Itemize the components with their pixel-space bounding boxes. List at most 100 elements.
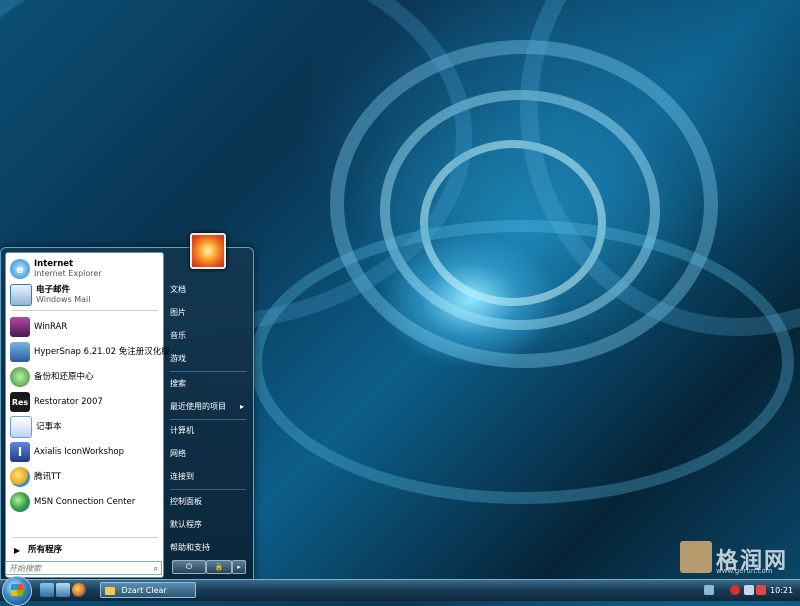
right-link-label: 搜索 <box>170 379 186 388</box>
quicklaunch-show-desktop-icon[interactable] <box>40 583 54 597</box>
taskbar-window-label: Dzart Clear <box>121 586 167 595</box>
right-link-games[interactable]: 游戏 <box>170 350 250 368</box>
quicklaunch-firefox-icon[interactable] <box>72 583 86 597</box>
watermark-url: www.gerun.com <box>716 567 773 575</box>
right-link-label: 连接到 <box>170 472 194 481</box>
right-link-label: 游戏 <box>170 354 186 363</box>
user-picture[interactable] <box>190 233 226 269</box>
all-programs-label: 所有程序 <box>28 545 63 555</box>
tray-error-icon[interactable] <box>730 585 740 595</box>
wallpaper-swirl <box>250 220 794 504</box>
recent-program-item[interactable]: 腾讯TT <box>8 465 160 489</box>
restorator-icon: Res <box>10 392 30 412</box>
recent-program-item[interactable]: WinRAR <box>8 315 160 339</box>
tray-volume-icon[interactable] <box>744 585 754 595</box>
right-link-network[interactable]: 网络 <box>170 445 250 463</box>
hypersnap-icon <box>10 342 30 362</box>
recent-program-item[interactable]: HyperSnap 6.21.02 免注册汉化版 <box>8 340 170 364</box>
search-input[interactable]: 开始搜索 ⌕ <box>5 561 162 575</box>
program-label: WinRAR <box>34 322 68 332</box>
right-link-label: 图片 <box>170 308 186 317</box>
search-icon: ⌕ <box>153 564 158 573</box>
menu-separator <box>170 419 246 420</box>
hand-pointer-icon <box>680 541 712 573</box>
recent-program-item[interactable]: MSN Connection Center <box>8 490 160 514</box>
right-link-label: 文档 <box>170 285 186 294</box>
menu-separator <box>170 371 246 372</box>
right-link-music[interactable]: 音乐 <box>170 327 250 345</box>
right-link-label: 网络 <box>170 449 186 458</box>
right-link-documents[interactable]: 文档 <box>170 281 250 299</box>
pinned-subtitle: Windows Mail <box>36 295 91 304</box>
wallpaper-swirl <box>330 40 718 368</box>
pinned-subtitle: Internet Explorer <box>34 269 102 278</box>
right-link-default-programs[interactable]: 默认程序 <box>170 516 250 534</box>
right-link-label: 最近使用的项目 <box>170 402 226 411</box>
right-link-label: 音乐 <box>170 331 186 340</box>
wallpaper-swirl <box>520 0 800 336</box>
menu-separator <box>170 489 246 490</box>
notepad-icon <box>10 416 32 438</box>
taskbar-window-button[interactable]: Dzart Clear <box>100 582 196 598</box>
right-link-label: 计算机 <box>170 426 194 435</box>
start-menu-left-panel: e Internet Internet Explorer 电子邮件 Window… <box>5 252 170 578</box>
windows-logo-icon <box>11 584 23 596</box>
pinned-mail[interactable]: 电子邮件 Windows Mail <box>8 283 160 307</box>
msn-icon <box>10 492 30 512</box>
right-link-label: 控制面板 <box>170 497 202 506</box>
right-link-search[interactable]: 搜索 <box>170 375 250 393</box>
right-link-pictures[interactable]: 图片 <box>170 304 250 322</box>
tray-alert-icon[interactable] <box>756 585 766 595</box>
right-link-control-panel[interactable]: 控制面板 <box>170 493 250 511</box>
arrow-right-icon: ▸ <box>237 563 241 571</box>
right-link-label: 帮助和支持 <box>170 543 210 552</box>
taskbar-clock[interactable]: 10:21 <box>770 580 793 601</box>
power-button[interactable]: ⏻ <box>172 560 206 574</box>
ie-icon: e <box>10 259 30 279</box>
taskbar: Dzart Clear 10:21 <box>0 576 800 606</box>
program-label: MSN Connection Center <box>34 497 136 507</box>
submenu-arrow-icon: ▸ <box>240 402 245 411</box>
right-link-computer[interactable]: 计算机 <box>170 422 250 440</box>
system-tray <box>700 580 770 601</box>
pinned-internet[interactable]: e Internet Internet Explorer <box>8 257 160 281</box>
backup-icon <box>10 367 30 387</box>
winrar-icon <box>10 317 30 337</box>
program-label: 记事本 <box>36 422 62 432</box>
start-menu-right-panel: 文档 图片 音乐 游戏 搜索 最近使用的项目 ▸ 计算机 网络 连接到 控制面板… <box>166 252 250 574</box>
tray-network-icon[interactable] <box>704 585 714 595</box>
shutdown-options-button[interactable]: ▸ <box>232 560 246 574</box>
pinned-title: 电子邮件 <box>36 285 71 295</box>
right-link-help[interactable]: 帮助和支持 <box>170 539 250 557</box>
program-label: HyperSnap 6.21.02 免注册汉化版 <box>34 347 170 357</box>
all-programs-button[interactable]: ▶ 所有程序 <box>8 541 160 559</box>
watermark: 格润网 www.gerun.com <box>680 541 790 577</box>
program-label: 腾讯TT <box>34 472 62 482</box>
iconworkshop-icon: I <box>10 442 30 462</box>
start-menu: e Internet Internet Explorer 电子邮件 Window… <box>0 247 254 581</box>
arrow-right-icon: ▶ <box>14 545 21 555</box>
program-label: Axialis IconWorkshop <box>34 447 124 457</box>
quicklaunch-switch-windows-icon[interactable] <box>56 583 70 597</box>
program-label: Restorator 2007 <box>34 397 103 407</box>
mail-icon <box>10 284 32 306</box>
wallpaper-swirl <box>380 90 660 330</box>
recent-program-item[interactable]: 记事本 <box>8 415 160 439</box>
right-link-label: 默认程序 <box>170 520 202 529</box>
pinned-title: Internet <box>34 259 74 269</box>
right-link-recent-items[interactable]: 最近使用的项目 ▸ <box>170 398 250 416</box>
tt-icon <box>10 467 30 487</box>
search-placeholder: 开始搜索 <box>9 564 41 573</box>
right-link-connect-to[interactable]: 连接到 <box>170 468 250 486</box>
start-button[interactable] <box>2 576 32 606</box>
power-icon: ⏻ <box>185 562 193 571</box>
folder-icon <box>105 586 115 595</box>
recent-program-item[interactable]: Res Restorator 2007 <box>8 390 160 414</box>
wallpaper-swirl <box>420 140 606 306</box>
menu-separator <box>12 537 158 538</box>
recent-program-item[interactable]: 备份和还原中心 <box>8 365 160 389</box>
recent-program-item[interactable]: I Axialis IconWorkshop <box>8 440 160 464</box>
menu-separator <box>12 310 158 311</box>
lock-button[interactable]: 🔒 <box>206 560 232 574</box>
program-label: 备份和还原中心 <box>34 372 94 382</box>
